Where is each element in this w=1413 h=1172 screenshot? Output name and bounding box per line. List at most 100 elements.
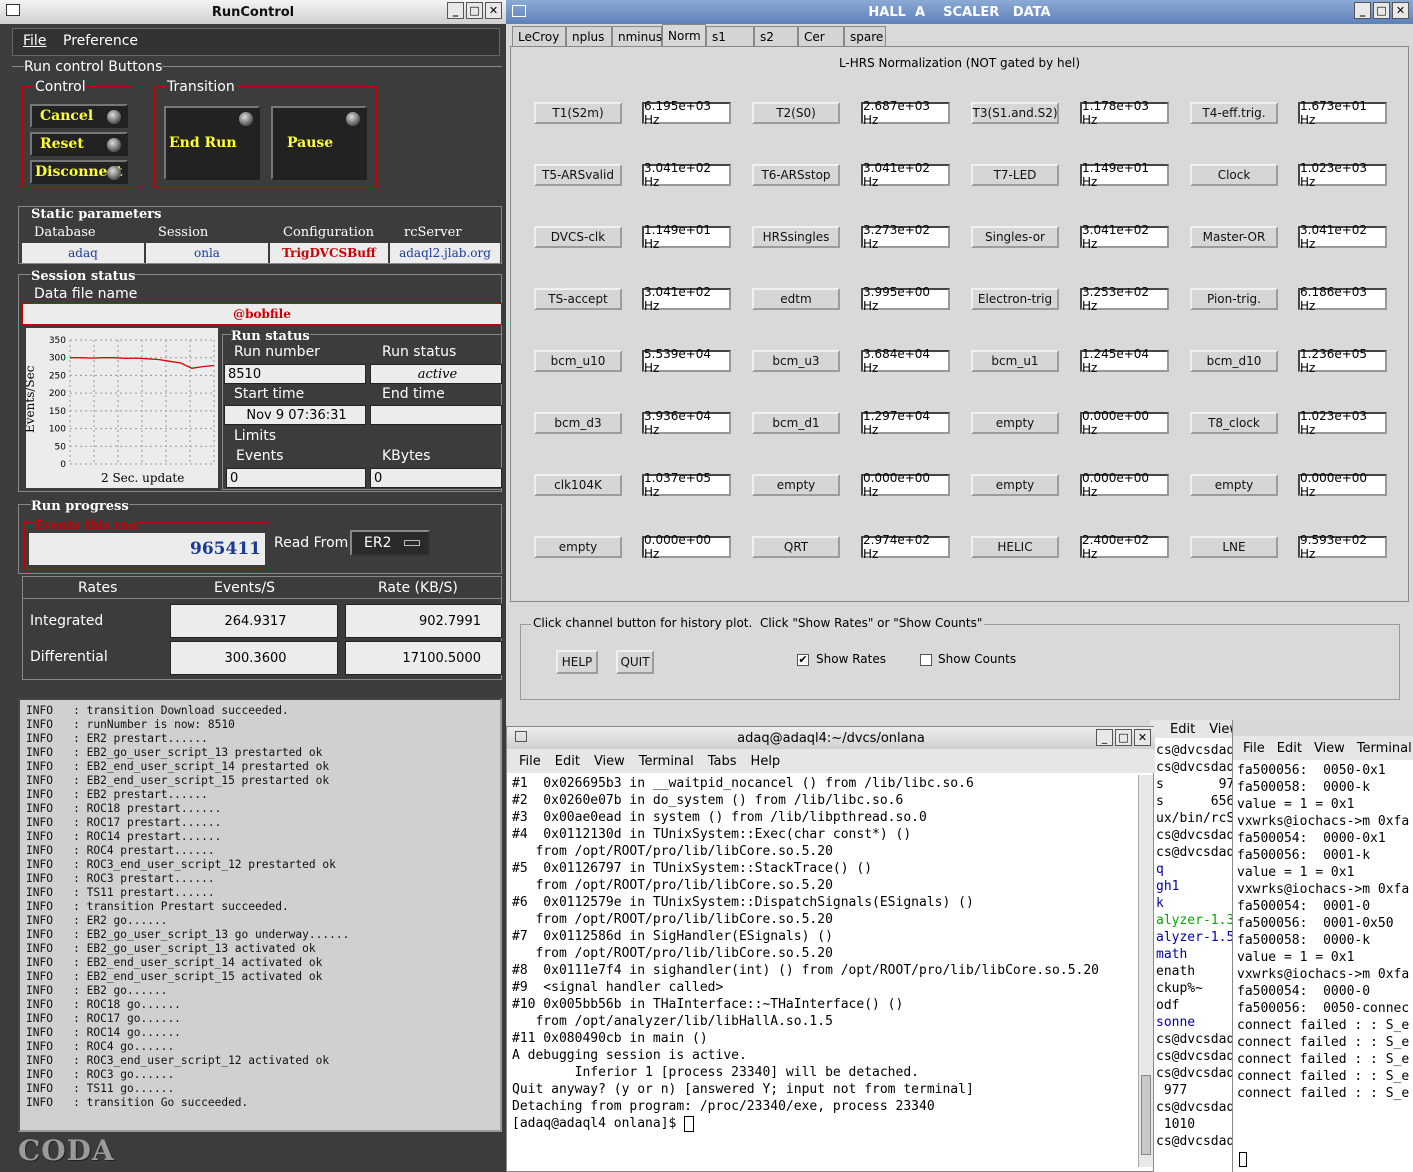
runcontrol-titlebar[interactable]: RunControl _ □ ✕ — [0, 0, 506, 24]
channel-button[interactable]: Master-OR — [1190, 226, 1278, 248]
cancel-button[interactable]: Cancel — [30, 104, 128, 128]
terminal-line: connect failed : : S_e — [1237, 1086, 1410, 1101]
read-from-select[interactable]: ER2 — [350, 530, 430, 556]
maximize-icon[interactable]: □ — [466, 2, 483, 19]
disconnect-button[interactable]: Disconnect — [30, 160, 128, 184]
channel-button[interactable]: Pion-trig. — [1190, 288, 1278, 310]
log-line: INFO : ROC14 go...... — [26, 1026, 181, 1039]
channel-button[interactable]: T2(S0) — [752, 102, 840, 124]
scrollbar-thumb[interactable] — [1141, 1075, 1151, 1155]
minimize-icon[interactable]: _ — [447, 2, 464, 19]
channel-button[interactable]: T6-ARSstop — [752, 164, 840, 186]
close-icon[interactable]: ✕ — [485, 2, 502, 19]
channel-rate-value: 0.000e+00 Hz — [1080, 409, 1169, 437]
tab-nplus[interactable]: nplus — [566, 26, 612, 46]
channel-button[interactable]: empty — [1190, 474, 1278, 496]
channel-button[interactable]: empty — [971, 412, 1059, 434]
group-label: Run control Buttons — [24, 59, 163, 75]
channel-button[interactable]: TS-accept — [534, 288, 622, 310]
minimize-icon[interactable]: _ — [1096, 729, 1113, 746]
maximize-icon[interactable]: □ — [1373, 2, 1390, 19]
menu-edit[interactable]: Edit — [1170, 722, 1195, 737]
tab-s1[interactable]: s1 — [706, 26, 754, 46]
log-line: INFO : EB2_end_user_script_14 activated … — [26, 956, 323, 969]
channel-button[interactable]: bcm_d3 — [534, 412, 622, 434]
channel-button[interactable]: clk104K — [534, 474, 622, 496]
close-icon[interactable]: ✕ — [1134, 729, 1151, 746]
events-limit-input[interactable]: 0 — [226, 468, 366, 488]
menu-file[interactable]: File — [519, 754, 541, 769]
channel-button[interactable]: DVCS-clk — [534, 226, 622, 248]
tab-cer[interactable]: Cer — [798, 26, 844, 46]
terminal-line: cs@dvcsdaq — [1156, 743, 1235, 758]
menu-edit[interactable]: Edit — [555, 754, 580, 769]
tab-nminus[interactable]: nminus — [612, 26, 662, 46]
channel-button[interactable]: bcm_d10 — [1190, 350, 1278, 372]
run-number-field[interactable]: 8510 — [224, 364, 366, 384]
menu-terminal[interactable]: Terminal — [1357, 741, 1412, 756]
channel-button[interactable]: Clock — [1190, 164, 1278, 186]
channel-button[interactable]: bcm_d1 — [752, 412, 840, 434]
channel-button[interactable]: bcm_u10 — [534, 350, 622, 372]
window-menu-icon[interactable] — [512, 5, 526, 17]
tab-lecroy[interactable]: LeCroy — [512, 26, 566, 46]
channel-rate-value: 1.236e+05 Hz — [1298, 347, 1387, 375]
start-time-label: Start time — [234, 386, 305, 402]
channel-button[interactable]: empty — [534, 536, 622, 558]
close-icon[interactable]: ✕ — [1392, 2, 1409, 19]
channel-button[interactable]: T3(S1.and.S2) — [971, 102, 1059, 124]
channel-button[interactable]: edtm — [752, 288, 840, 310]
channel-button[interactable]: bcm_u3 — [752, 350, 840, 372]
terminal-titlebar[interactable]: adaq@adaql4:~/dvcs/onlana _ □ ✕ — [507, 727, 1155, 749]
maximize-icon[interactable]: □ — [1115, 729, 1132, 746]
kbytes-limit-input[interactable]: 0 — [370, 468, 502, 488]
log-line: INFO : ROC3 go...... — [26, 1068, 175, 1081]
window-menu-icon[interactable] — [6, 4, 20, 16]
tab-norm[interactable]: Norm — [662, 24, 706, 46]
terminal-title: adaq@adaql4:~/dvcs/onlana — [737, 730, 925, 746]
channel-button[interactable]: T5-ARSvalid — [534, 164, 622, 186]
channel-button[interactable]: Electron-trig — [971, 288, 1059, 310]
menu-file[interactable]: File — [23, 33, 46, 49]
control-label: Control — [35, 79, 86, 95]
menu-view[interactable]: View — [594, 754, 625, 769]
tab-spare[interactable]: spare — [844, 26, 886, 46]
y-tick-label: 300 — [49, 354, 66, 364]
terminal-line: cs@dvcsdaq — [1156, 1032, 1235, 1047]
channel-button[interactable]: T7-LED — [971, 164, 1059, 186]
menu-preference[interactable]: Preference — [63, 33, 138, 49]
channel-button[interactable]: QRT — [752, 536, 840, 558]
channel-button[interactable]: HRSsingles — [752, 226, 840, 248]
terminal-line: alyzer-1.3. — [1156, 913, 1243, 928]
pause-button[interactable]: Pause — [271, 106, 367, 180]
terminal-right-titlebar[interactable] — [1233, 720, 1413, 736]
menu-view[interactable]: View — [1314, 741, 1345, 756]
channel-button[interactable]: Singles-or — [971, 226, 1059, 248]
show-rates-checkbox[interactable]: ✔ — [797, 654, 809, 666]
show-counts-checkbox[interactable] — [920, 654, 932, 666]
end-run-button[interactable]: End Run — [164, 106, 260, 180]
channel-button[interactable]: T8_clock — [1190, 412, 1278, 434]
menu-help[interactable]: Help — [751, 754, 781, 769]
channel-button[interactable]: HELIC — [971, 536, 1059, 558]
menu-terminal[interactable]: Terminal — [639, 754, 694, 769]
help-button[interactable]: HELP — [556, 650, 598, 674]
log-line: INFO : ER2 go...... — [26, 914, 168, 927]
channel-button[interactable]: T4-eff.trig. — [1190, 102, 1278, 124]
channel-button[interactable]: empty — [752, 474, 840, 496]
quit-button[interactable]: QUIT — [616, 650, 654, 674]
menu-tabs[interactable]: Tabs — [708, 754, 737, 769]
tab-s2[interactable]: s2 — [754, 26, 798, 46]
menu-file[interactable]: File — [1243, 741, 1265, 756]
terminal-scrollbar[interactable] — [1138, 775, 1153, 1167]
reset-button[interactable]: Reset — [30, 132, 128, 156]
scaler-titlebar[interactable]: HALL A SCALER DATA _ □ ✕ — [506, 0, 1413, 24]
channel-button[interactable]: T1(S2m) — [534, 102, 622, 124]
channel-button[interactable]: bcm_u1 — [971, 350, 1059, 372]
log-panel[interactable]: INFO : transition Download succeeded. INF… — [18, 698, 502, 1132]
menu-edit[interactable]: Edit — [1277, 741, 1302, 756]
channel-button[interactable]: empty — [971, 474, 1059, 496]
minimize-icon[interactable]: _ — [1354, 2, 1371, 19]
channel-button[interactable]: LNE — [1190, 536, 1278, 558]
log-line: INFO : EB2_go_user_script_13 activated o… — [26, 942, 316, 955]
